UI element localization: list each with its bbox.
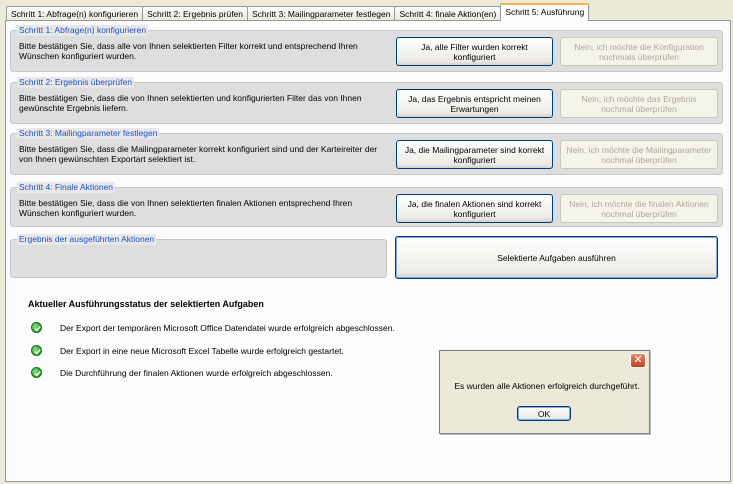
recheck-mailing-params-button[interactable]: Nein, ich möchte die Mailingparameter no… (560, 140, 718, 169)
status-heading: Aktueller Ausführungsstatus der selektie… (28, 299, 264, 309)
execute-selected-tasks-button[interactable]: Selektierte Aufgaben ausführen (395, 236, 718, 279)
recheck-result-button[interactable]: Nein, ich möchte das Ergebnis nochmal üb… (560, 89, 718, 118)
section-schritt-1: Schritt 1: Abfrage(n) konfigurieren Bitt… (10, 25, 723, 72)
section-title: Schritt 4: Finale Aktionen (17, 182, 116, 193)
success-check-icon (31, 367, 42, 378)
section-results: Ergebnis der ausgeführten Aktionen (10, 234, 387, 278)
section-title: Ergebnis der ausgeführten Aktionen (17, 234, 157, 245)
section-schritt-3: Schritt 3: Mailingparameter festlegen Bi… (10, 128, 723, 175)
confirm-final-actions-button[interactable]: Ja, die finalen Aktionen sind korrekt ko… (396, 194, 553, 223)
tab-schritt-4[interactable]: Schritt 4: finale Aktion(en) (394, 6, 502, 21)
section-title: Schritt 1: Abfrage(n) konfigurieren (17, 25, 149, 36)
section-schritt-4: Schritt 4: Finale Aktionen Bitte bestäti… (10, 182, 723, 227)
success-dialog: ✕ Es wurden alle Aktionen erfolgreich du… (439, 350, 650, 434)
tab-schritt-5[interactable]: Schritt 5: Ausführung (500, 3, 590, 21)
section-title: Schritt 2: Ergebnis überprüfen (17, 77, 134, 88)
close-icon[interactable]: ✕ (630, 353, 646, 368)
confirm-filters-button[interactable]: Ja, alle Filter wurden korrekt konfiguri… (396, 37, 553, 66)
tab-schritt-2[interactable]: Schritt 2: Ergebnis prüfen (142, 6, 249, 21)
dialog-message: Es wurden alle Aktionen erfolgreich durc… (454, 381, 640, 391)
status-line: Der Export der temporären Microsoft Offi… (60, 323, 395, 333)
success-check-icon (31, 345, 42, 356)
recheck-final-actions-button[interactable]: Nein, ich möchte die finalen Aktionen no… (560, 194, 718, 223)
section-description: Bitte bestätigen Sie, dass alle von Ihne… (19, 41, 358, 61)
section-title: Schritt 3: Mailingparameter festlegen (17, 128, 160, 139)
dialog-titlebar[interactable]: ✕ (440, 351, 649, 370)
confirm-result-button[interactable]: Ja, das Ergebnis entspricht meinen Erwar… (396, 89, 553, 118)
tab-schritt-1[interactable]: Schritt 1: Abfrage(n) konfigurieren (6, 6, 144, 21)
success-check-icon (31, 322, 42, 333)
section-description: Bitte bestätigen Sie, dass die Mailingpa… (19, 144, 378, 164)
recheck-configuration-button[interactable]: Nein, ich möchte die Konfiguration nochm… (560, 37, 718, 66)
confirm-mailing-params-button[interactable]: Ja, die Mailingparameter sind korrekt ko… (396, 140, 553, 169)
section-description: Bitte bestätigen Sie, dass die von Ihnen… (19, 198, 353, 218)
status-line: Der Export in eine neue Microsoft Excel … (60, 346, 344, 356)
tab-schritt-3[interactable]: Schritt 3: Mailingparameter festlegen (247, 6, 396, 21)
section-schritt-2: Schritt 2: Ergebnis überprüfen Bitte bes… (10, 77, 723, 124)
ok-button[interactable]: OK (517, 406, 571, 421)
tab-strip: Schritt 1: Abfrage(n) konfigurieren Schr… (6, 3, 590, 21)
section-description: Bitte bestätigen Sie, dass die von Ihnen… (19, 93, 362, 113)
status-line: Die Durchführung der finalen Aktionen wu… (60, 368, 333, 378)
